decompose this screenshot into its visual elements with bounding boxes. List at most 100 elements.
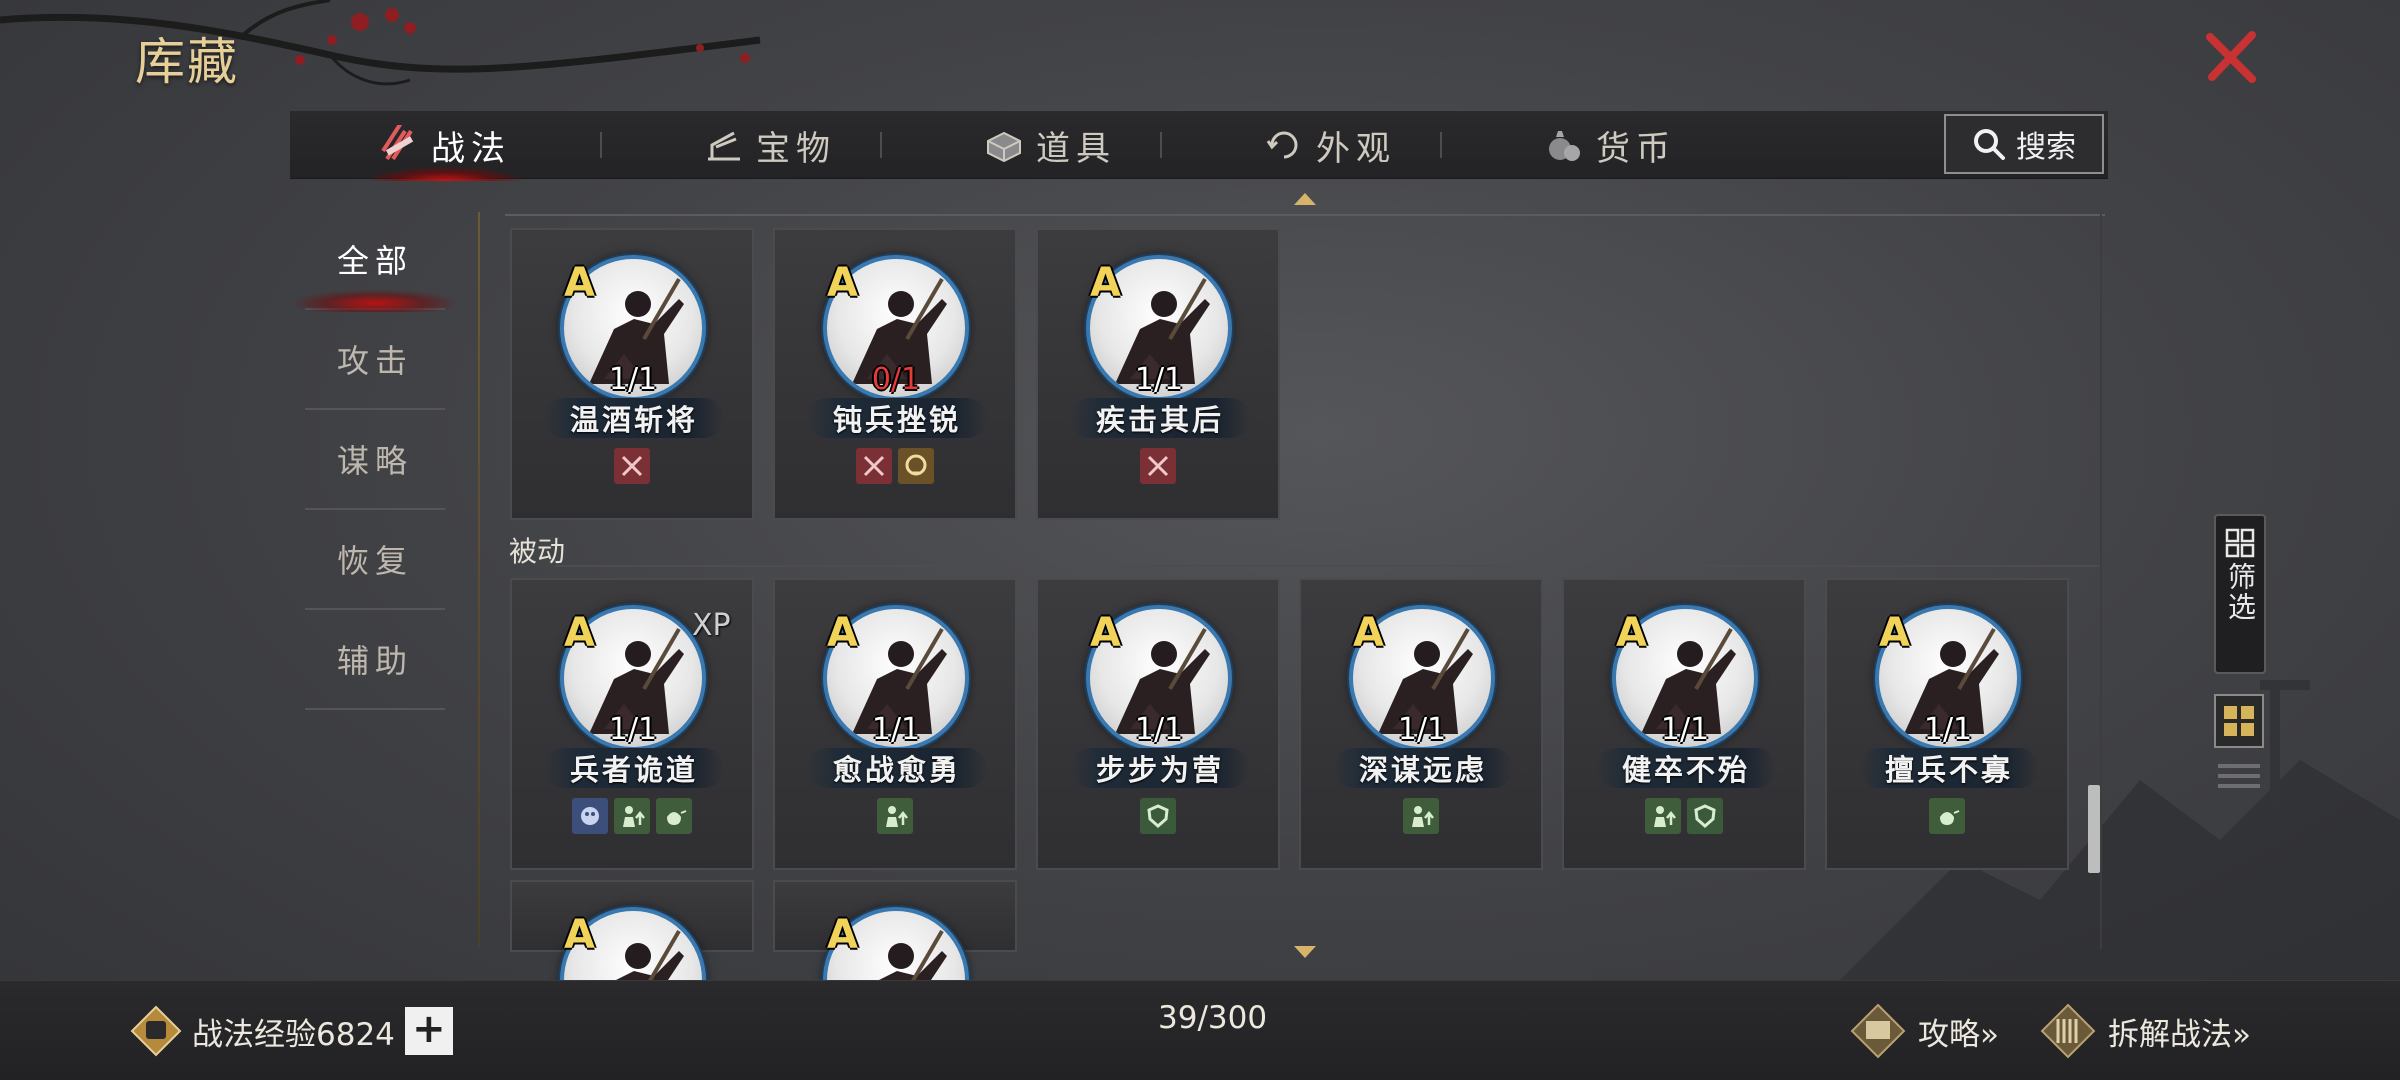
buff-tag-icon xyxy=(1645,798,1681,834)
search-button[interactable]: 搜索 xyxy=(1944,114,2104,174)
grade-badge: A xyxy=(1353,610,1384,656)
grid-view-icon xyxy=(2224,706,2254,736)
tactic-name: 深谋远虑 xyxy=(1333,748,1513,788)
sidebar-item-recovery[interactable]: 恢复 xyxy=(305,510,445,610)
scroll-down-arrow-icon[interactable] xyxy=(1294,946,1316,958)
attack-tag-icon xyxy=(614,448,650,484)
tactic-count: 1/1 xyxy=(608,362,658,397)
tactic-count: 1/1 xyxy=(1660,712,1710,747)
tactic-tags xyxy=(775,798,1015,834)
sidebar-item-label: 攻击 xyxy=(336,342,413,380)
heal-tag-icon xyxy=(656,798,692,834)
tactic-card[interactable]: A 1/1 温酒斩将 xyxy=(510,228,754,520)
list-view-icon-line xyxy=(2218,774,2260,778)
add-exp-button[interactable]: + xyxy=(404,1007,453,1055)
tactic-card[interactable]: A 1/1 健卒不殆 xyxy=(1562,578,1806,870)
grade-badge: A xyxy=(564,912,595,958)
filter-button[interactable]: 筛选 xyxy=(2214,514,2266,674)
grade-badge: A xyxy=(827,912,858,958)
tactic-tags xyxy=(1301,798,1541,834)
category-sidebar: 全部 攻击 谋略 恢复 辅助 xyxy=(295,210,455,710)
sidebar-item-label: 全部 xyxy=(336,242,413,280)
tactic-count: 1/1 xyxy=(1134,362,1184,397)
tactic-tags xyxy=(1827,798,2067,834)
list-view-icon xyxy=(2218,764,2260,768)
attack-tag-icon xyxy=(856,448,892,484)
grade-badge: A xyxy=(827,260,858,306)
grade-badge: A xyxy=(1616,610,1647,656)
heal-tag-icon xyxy=(1929,798,1965,834)
tactic-name: 疾击其后 xyxy=(1070,398,1250,438)
tactic-card[interactable]: A 1/1 愈战愈勇 xyxy=(773,578,1017,870)
tab-treasure[interactable]: 宝物 xyxy=(670,111,870,179)
shield-tag-icon xyxy=(1687,798,1723,834)
tab-tactics[interactable]: 战法 xyxy=(350,111,540,181)
section-divider xyxy=(555,565,2100,567)
scroll-icon xyxy=(381,125,414,161)
tab-divider xyxy=(1440,132,1442,158)
tactic-card[interactable]: A 1/1 擅兵不寡 xyxy=(1825,578,2069,870)
search-label: 搜索 xyxy=(2016,130,2076,165)
currency-bag-icon xyxy=(1549,131,1580,161)
tactic-count: 1/1 xyxy=(1923,712,1973,747)
tactic-card[interactable]: A xyxy=(773,880,1017,1053)
close-icon xyxy=(2206,31,2256,83)
content-top-border xyxy=(505,214,2105,216)
buff-tag-icon xyxy=(614,798,650,834)
buff-tag-icon xyxy=(1403,798,1439,834)
page-title: 库藏 xyxy=(135,33,239,91)
tab-appearance[interactable]: 外观 xyxy=(1230,111,1430,179)
disassemble-link[interactable]: 拆解战法» xyxy=(2040,1001,2251,1061)
tactic-tags xyxy=(1038,798,1278,834)
tactic-card[interactable]: A 1/1 深谋远虑 xyxy=(1299,578,1543,870)
scroll-up-arrow-icon[interactable] xyxy=(1294,193,1316,205)
sidebar-item-support[interactable]: 辅助 xyxy=(305,610,445,710)
disassemble-icon xyxy=(2040,1003,2096,1059)
list-view-toggle[interactable] xyxy=(2218,754,2260,798)
tactic-name: 步步为营 xyxy=(1070,748,1250,788)
tactic-card[interactable]: A 1/1 步步为营 xyxy=(1036,578,1280,870)
category-tab-bar: 战法 宝物 道具 外观 货币 搜索 xyxy=(290,111,2108,181)
tab-divider xyxy=(1160,132,1162,158)
guide-link[interactable]: 攻略» xyxy=(1850,1001,1999,1061)
grade-badge: A xyxy=(564,260,595,306)
tactic-count: 1/1 xyxy=(871,712,921,747)
tab-label: 道具 xyxy=(1036,128,1116,169)
search-icon xyxy=(1974,129,2005,160)
treasure-icon xyxy=(708,131,740,161)
tactic-tags xyxy=(512,798,752,834)
tab-label: 货币 xyxy=(1596,128,1676,169)
tactic-card[interactable]: A 1/1 疾击其后 xyxy=(1036,228,1280,520)
scrollbar-thumb[interactable] xyxy=(2088,785,2100,873)
tactic-tags xyxy=(512,448,752,484)
tab-label: 宝物 xyxy=(756,128,836,169)
tactic-name: 钝兵挫锐 xyxy=(807,398,987,438)
grade-badge: A xyxy=(827,610,858,656)
grade-badge: A xyxy=(564,610,595,656)
tactic-card[interactable]: A 0/1 钝兵挫锐 xyxy=(773,228,1017,520)
appearance-icon xyxy=(1266,131,1298,159)
sidebar-item-label: 谋略 xyxy=(336,442,413,480)
sidebar-item-attack[interactable]: 攻击 xyxy=(305,310,445,410)
close-button[interactable] xyxy=(2200,25,2264,89)
sidebar-divider xyxy=(478,212,480,947)
tab-items[interactable]: 道具 xyxy=(950,111,1150,179)
sidebar-item-all[interactable]: 全部 xyxy=(295,210,455,312)
tactic-count: 0/1 xyxy=(871,362,921,397)
sidebar-item-strategy[interactable]: 谋略 xyxy=(305,410,445,510)
disassemble-label: 拆解战法» xyxy=(2108,1016,2251,1053)
tactic-tags xyxy=(1564,798,1804,834)
filter-grid-icon xyxy=(2225,528,2255,558)
tactic-card[interactable]: A XP 1/1 兵者诡道 xyxy=(510,578,754,870)
tactic-name: 温酒斩将 xyxy=(544,398,724,438)
tactic-count: 1/1 xyxy=(1134,712,1184,747)
item-box-icon xyxy=(987,131,1021,163)
grid-view-toggle[interactable] xyxy=(2214,694,2264,748)
tactic-card[interactable]: A xyxy=(510,880,754,1053)
tactic-name: 擅兵不寡 xyxy=(1859,748,2039,788)
grade-badge: A xyxy=(1090,260,1121,306)
grade-badge: A xyxy=(1090,610,1121,656)
tab-currency[interactable]: 货币 xyxy=(1510,111,1710,179)
tactic-tags xyxy=(1038,448,1278,484)
tab-label: 外观 xyxy=(1316,128,1396,169)
